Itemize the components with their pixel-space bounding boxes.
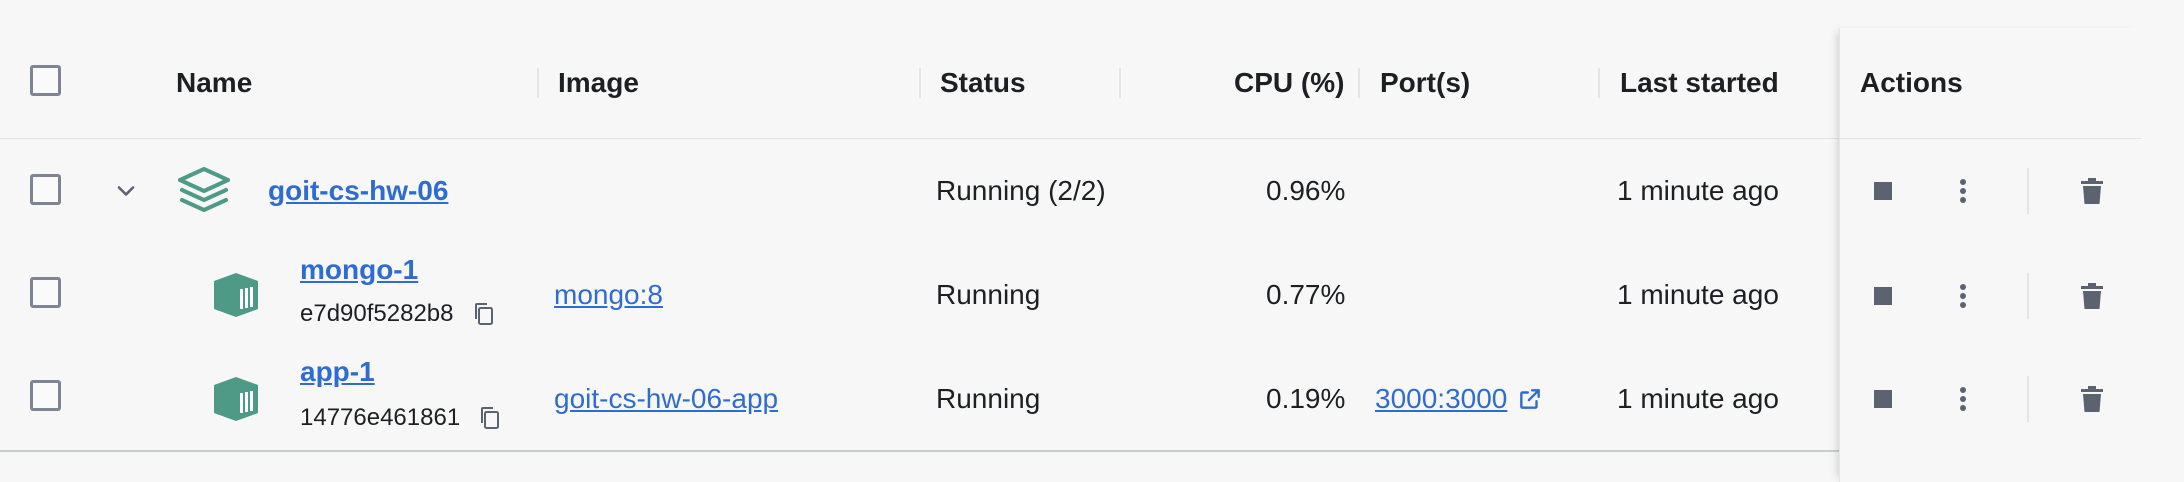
container-id: 14776e461861 (300, 404, 461, 431)
last-started-text: 1 minute ago (1617, 279, 1779, 310)
status-text: Running (2/2) (936, 175, 1106, 206)
more-vert-icon (1960, 179, 1966, 203)
stop-icon (1874, 287, 1892, 305)
project-name-cell: goit-cs-hw-06 (268, 168, 448, 214)
more-actions-button[interactable] (1941, 274, 1985, 318)
stop-button[interactable] (1861, 274, 1905, 318)
column-divider[interactable] (1119, 68, 1121, 98)
row-checkbox[interactable] (30, 174, 61, 205)
column-header-actions: Actions (1860, 67, 1963, 98)
table-row[interactable]: mongo-1 e7d90f5282b8 mongo:8 Running 0.7… (0, 244, 2140, 348)
copy-icon[interactable] (478, 405, 502, 431)
table-row[interactable]: app-1 14776e461861 goit-cs-hw-06-app Run… (0, 348, 2140, 450)
chevron-down-icon (117, 186, 135, 196)
last-started-text: 1 minute ago (1617, 383, 1779, 414)
port-link[interactable]: 3000:3000 (1375, 383, 1507, 415)
column-divider[interactable] (919, 68, 921, 98)
stack-icon (176, 164, 232, 218)
image-cell: mongo:8 (554, 272, 663, 318)
column-divider[interactable] (537, 68, 539, 98)
column-header-image[interactable]: Image (558, 28, 639, 138)
column-header-cpu[interactable]: CPU (%) (1234, 28, 1344, 138)
row-checkbox[interactable] (30, 277, 61, 308)
stop-icon (1874, 182, 1892, 200)
more-actions-button[interactable] (1941, 377, 1985, 421)
delete-button[interactable] (2070, 169, 2114, 213)
image-cell: goit-cs-hw-06-app (554, 376, 778, 422)
delete-button[interactable] (2070, 377, 2114, 421)
stop-button[interactable] (1861, 169, 1905, 213)
trash-icon (2081, 178, 2103, 204)
project-name-link[interactable]: goit-cs-hw-06 (268, 175, 448, 207)
column-header-status[interactable]: Status (940, 28, 1026, 138)
container-id: e7d90f5282b8 (300, 300, 454, 327)
delete-button[interactable] (2070, 274, 2114, 318)
container-id-cell: e7d90f5282b8 (300, 294, 496, 334)
header-divider (1840, 138, 2141, 139)
container-icon (210, 374, 262, 424)
trash-icon (2081, 386, 2103, 412)
column-header-last-started[interactable]: Last started (1620, 28, 1779, 138)
image-link[interactable]: mongo:8 (554, 279, 663, 311)
table-row[interactable]: goit-cs-hw-06 Running (2/2) 0.96% 1 minu… (0, 138, 2140, 244)
status-text: Running (936, 383, 1041, 414)
actions-divider (2027, 273, 2029, 319)
table-bottom-border (0, 450, 2140, 452)
row-checkbox[interactable] (30, 380, 61, 411)
expand-toggle[interactable] (112, 166, 140, 216)
copy-icon[interactable] (472, 301, 496, 327)
more-vert-icon (1960, 387, 1966, 411)
more-actions-button[interactable] (1941, 169, 1985, 213)
image-link[interactable]: goit-cs-hw-06-app (554, 383, 778, 415)
container-name-link[interactable]: mongo-1 (300, 254, 418, 286)
status-text: Running (936, 279, 1041, 310)
select-all-checkbox[interactable] (30, 65, 61, 96)
last-started-text: 1 minute ago (1617, 175, 1779, 206)
more-vert-icon (1960, 284, 1966, 308)
container-name-cell: app-1 (300, 352, 375, 392)
cpu-value: 0.19% (1266, 383, 1346, 414)
external-link-icon[interactable] (1517, 386, 1543, 412)
column-divider[interactable] (1598, 68, 1600, 98)
cpu-value: 0.77% (1266, 279, 1346, 310)
actions-divider (2027, 376, 2029, 422)
actions-divider (2027, 168, 2029, 214)
container-icon (210, 270, 262, 320)
stop-button[interactable] (1861, 377, 1905, 421)
container-id-cell: 14776e461861 (300, 398, 502, 438)
trash-icon (2081, 283, 2103, 309)
ports-cell: 3000:3000 (1375, 376, 1543, 422)
stop-icon (1874, 390, 1892, 408)
column-divider[interactable] (1358, 68, 1360, 98)
container-name-cell: mongo-1 (300, 250, 418, 290)
column-header-name[interactable]: Name (176, 28, 252, 138)
column-header-ports[interactable]: Port(s) (1380, 28, 1470, 138)
container-name-link[interactable]: app-1 (300, 356, 375, 388)
actions-column: Actions (1839, 28, 2141, 482)
table-header: Name Image Status CPU (%) Port(s) Last s… (0, 28, 2140, 139)
cpu-value: 0.96% (1266, 175, 1346, 206)
